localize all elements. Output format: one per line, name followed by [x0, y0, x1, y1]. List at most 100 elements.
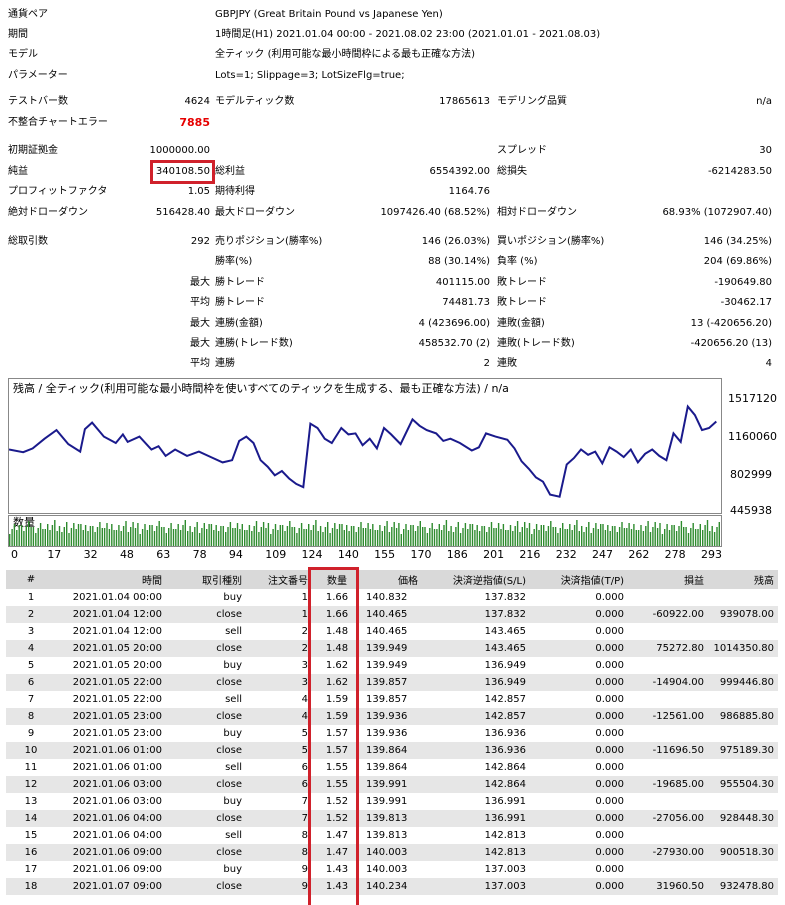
table-row[interactable]: 8 2021.01.05 23:00 close 4 1.59 139.936 142.85…	[6, 708, 778, 725]
col-price[interactable]: 価格	[362, 570, 422, 589]
table-row[interactable]: 5 2021.01.05 20:00 buy 3 1.62 139.949 136.949 0…	[6, 657, 778, 674]
col-sl[interactable]: 決済逆指値(S/L)	[422, 570, 530, 589]
cell-type: buy	[166, 861, 246, 878]
cell-volume: 1.59	[312, 708, 362, 725]
volume-bar	[448, 531, 450, 546]
volume-bar	[464, 523, 467, 546]
table-row[interactable]: 7 2021.01.05 22:00 sell 4 1.59 139.857 142.857…	[6, 691, 778, 708]
col-time[interactable]: 時間	[56, 570, 166, 589]
cell-time: 2021.01.05 20:00	[56, 657, 166, 674]
table-row[interactable]: 9 2021.01.05 23:00 buy 5 1.57 139.936 136.936 0…	[6, 725, 778, 742]
volume-bar	[709, 531, 711, 546]
table-row[interactable]: 1 2021.01.04 00:00 buy 1 1.66 140.832 137.832 0…	[6, 589, 778, 606]
volume-bar	[196, 522, 198, 546]
mismatch-label: 不整合チャートエラー	[8, 117, 108, 128]
volume-bar	[308, 524, 310, 546]
deals-table: # 時間 取引種別 注文番号 数量 価格 決済逆指値(S/L) 決済指値(T/P…	[6, 570, 778, 895]
volume-bar	[42, 529, 44, 546]
table-row[interactable]: 14 2021.01.06 04:00 close 7 1.52 139.813 136.9…	[6, 810, 778, 827]
col-number[interactable]: #	[6, 570, 56, 589]
table-row[interactable]: 13 2021.01.06 03:00 buy 7 1.52 139.991 136.991…	[6, 793, 778, 810]
table-row[interactable]: 3 2021.01.04 12:00 sell 2 1.48 140.465 143.465…	[6, 623, 778, 640]
table-row[interactable]: 18 2021.01.07 09:00 close 9 1.43 140.234 137.0…	[6, 878, 778, 895]
cell-sl: 143.465	[422, 640, 530, 657]
cell-balance: 986885.80	[708, 708, 778, 725]
volume-bar	[379, 525, 381, 546]
volume-bar	[388, 532, 391, 546]
trades-value: 292	[190, 236, 210, 247]
volume-bar	[234, 528, 236, 546]
volume-bar	[189, 526, 191, 546]
table-row[interactable]: 15 2021.01.06 04:00 sell 8 1.47 139.813 142.81…	[6, 827, 778, 844]
volume-bar	[685, 527, 687, 546]
cell-sl: 136.991	[422, 810, 530, 827]
col-order[interactable]: 注文番号	[246, 570, 312, 589]
col-type[interactable]: 取引種別	[166, 570, 246, 589]
cell-price: 139.949	[362, 657, 422, 674]
volume-bar	[336, 529, 338, 546]
cell-price: 140.465	[362, 606, 422, 623]
bars-label: テストバー数	[8, 96, 68, 107]
x-tick: 94	[228, 548, 243, 561]
volume-bar	[645, 526, 647, 546]
cell-balance	[708, 657, 778, 674]
volume-bar	[141, 529, 144, 546]
table-row[interactable]: 11 2021.01.06 01:00 sell 6 1.55 139.864 142.86…	[6, 759, 778, 776]
max-consec-win-amt-label: 連勝(金額)	[215, 318, 263, 329]
volume-bar	[588, 522, 590, 546]
cell-type: close	[166, 810, 246, 827]
volume-bar	[151, 525, 153, 546]
volume-bar	[576, 520, 578, 546]
cell-number: 12	[6, 776, 56, 793]
cell-type: buy	[166, 589, 246, 606]
x-tick: 232	[555, 548, 577, 561]
table-row[interactable]: 10 2021.01.06 01:00 close 5 1.57 139.864 136.9…	[6, 742, 778, 759]
cell-volume: 1.62	[312, 674, 362, 691]
cell-type: close	[166, 708, 246, 725]
volume-bar	[581, 526, 583, 546]
cell-order: 4	[246, 708, 312, 725]
volume-bar	[664, 529, 666, 546]
cell-profit: -19685.00	[628, 776, 708, 793]
volume-bar	[47, 524, 49, 546]
col-volume[interactable]: 数量	[312, 570, 362, 589]
volume-bar	[647, 521, 649, 546]
cell-profit: -12561.00	[628, 708, 708, 725]
table-row[interactable]: 6 2021.01.05 22:00 close 3 1.62 139.857 136.94…	[6, 674, 778, 691]
cell-number: 17	[6, 861, 56, 878]
col-profit[interactable]: 損益	[628, 570, 708, 589]
volume-bar	[414, 531, 417, 546]
x-tick: 216	[519, 548, 541, 561]
volume-bar	[49, 530, 51, 546]
table-row[interactable]: 17 2021.01.06 09:00 buy 9 1.43 140.003 137.003…	[6, 861, 778, 878]
volume-bar	[103, 528, 106, 546]
x-tick: 17	[47, 548, 62, 561]
volume-bar	[246, 530, 248, 546]
cell-profit: 31960.50	[628, 878, 708, 895]
cell-balance	[708, 725, 778, 742]
winrate-label: 勝率(%)	[215, 256, 253, 267]
volume-bar	[80, 524, 82, 546]
volume-bar	[286, 526, 289, 546]
x-tick: 201	[483, 548, 505, 561]
volume-bar	[355, 532, 357, 546]
cell-time: 2021.01.06 03:00	[56, 793, 166, 810]
volume-bar	[194, 527, 196, 546]
table-row[interactable]: 12 2021.01.06 03:00 close 6 1.55 139.991 142.8…	[6, 776, 778, 793]
volume-bar	[300, 523, 303, 546]
table-row[interactable]: 2 2021.01.04 12:00 close 1 1.66 140.465 137.83…	[6, 606, 778, 623]
volume-bar	[659, 523, 661, 546]
volume-bar	[298, 528, 300, 546]
table-row[interactable]: 16 2021.01.06 09:00 close 8 1.47 140.003 142.8…	[6, 844, 778, 861]
volume-bar	[357, 527, 360, 546]
table-row[interactable]: 4 2021.01.05 20:00 close 2 1.48 139.949 143.46…	[6, 640, 778, 657]
x-tick: 48	[119, 548, 134, 561]
volume-bar	[18, 525, 20, 546]
volume-bar	[514, 526, 516, 546]
cell-number: 4	[6, 640, 56, 657]
col-balance[interactable]: 残高	[708, 570, 778, 589]
volume-bar	[134, 528, 137, 546]
volume-bar	[616, 532, 618, 546]
volume-bar	[471, 524, 474, 546]
col-tp[interactable]: 決済指値(T/P)	[530, 570, 628, 589]
